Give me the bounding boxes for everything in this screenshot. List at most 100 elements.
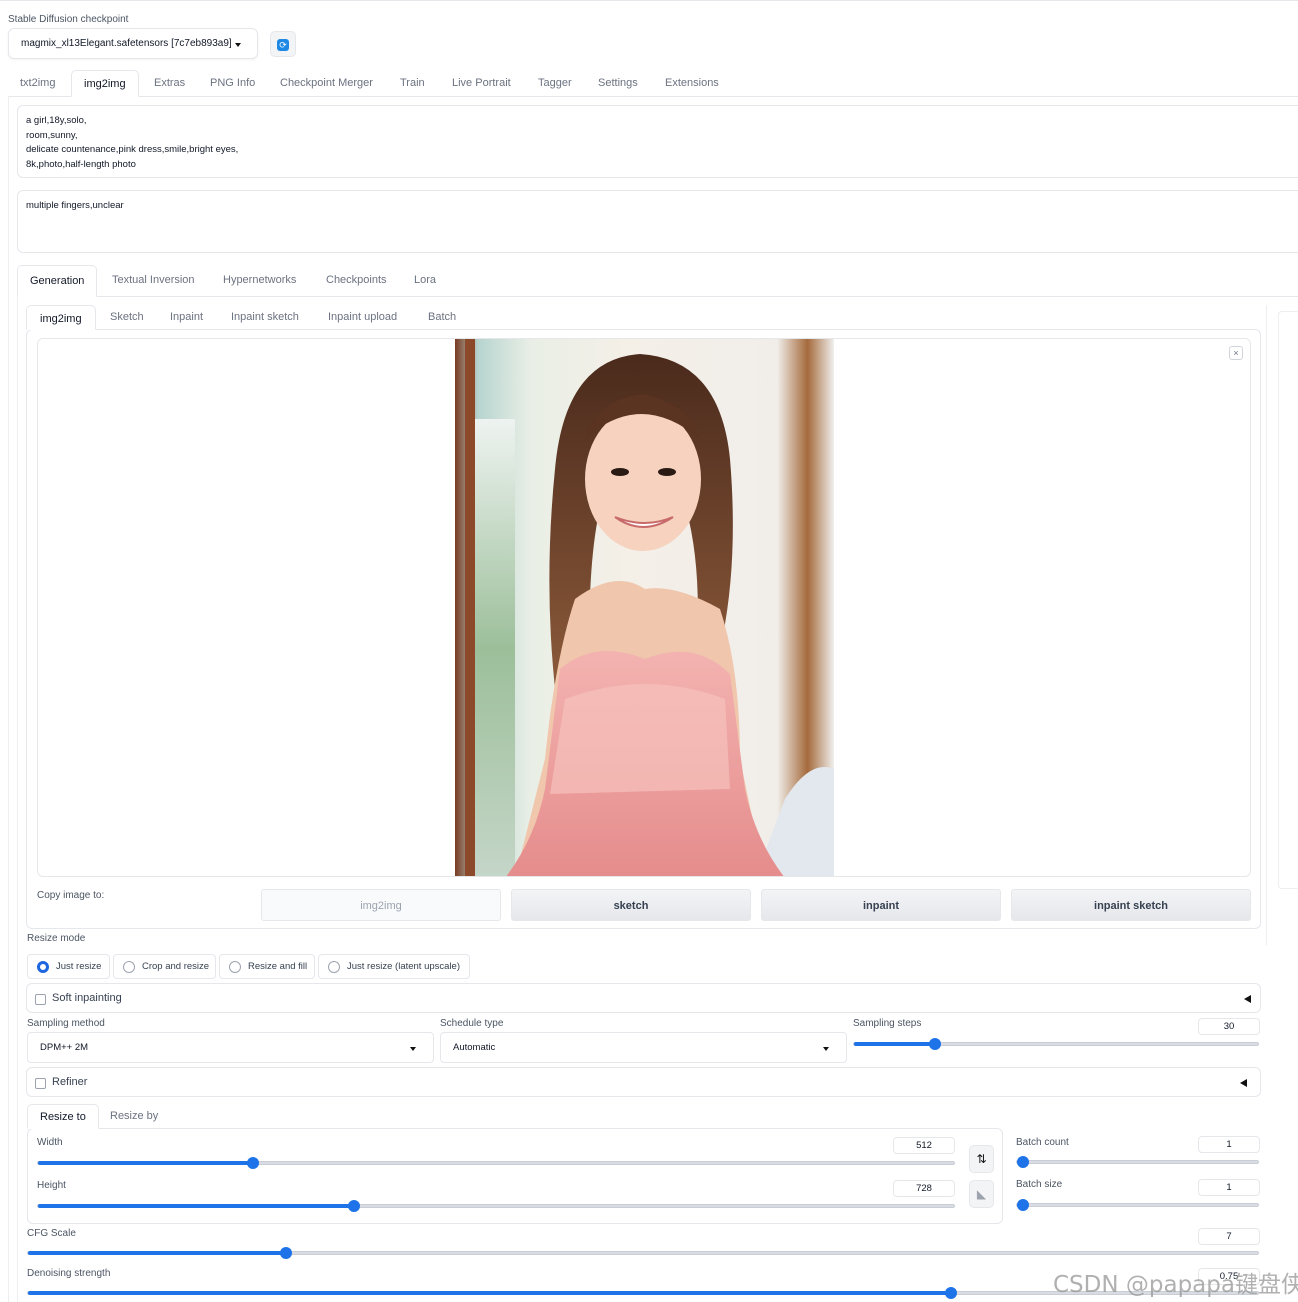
slider-handle[interactable] <box>280 1247 293 1259</box>
cfg-scale-label: CFG Scale <box>27 1228 76 1239</box>
tab-textual-inversion[interactable]: Textual Inversion <box>112 274 195 286</box>
tab-mode-batch[interactable]: Batch <box>428 311 456 323</box>
cfg-scale-slider[interactable] <box>27 1247 1259 1259</box>
tab-mode-inpaint[interactable]: Inpaint <box>170 311 203 323</box>
tab-mode-sketch[interactable]: Sketch <box>110 311 144 323</box>
slider-fill <box>38 1161 254 1165</box>
tab-mode-inpaint-upload[interactable]: Inpaint upload <box>328 311 397 323</box>
height-slider[interactable] <box>37 1200 955 1212</box>
top-divider <box>0 0 1298 1</box>
tab-img2img[interactable]: img2img <box>71 70 139 97</box>
sampling-method-label: Sampling method <box>27 1018 105 1029</box>
generation-left-border <box>17 296 18 1302</box>
soft-inpainting-checkbox[interactable] <box>35 994 46 1005</box>
copy-to-inpaint-sketch-button[interactable]: inpaint sketch <box>1011 889 1251 921</box>
soft-inpainting-accordion[interactable]: Soft inpainting <box>26 983 1261 1013</box>
tab-mode-img2img[interactable]: img2img <box>26 305 96 330</box>
collapse-arrow-icon <box>1244 995 1251 1003</box>
copy-to-sketch-button[interactable]: sketch <box>511 889 751 921</box>
slider-handle[interactable] <box>1017 1199 1029 1211</box>
tab-extras[interactable]: Extras <box>154 77 185 89</box>
tab-tagger[interactable]: Tagger <box>538 77 572 89</box>
aspect-ratio-button[interactable]: ◣ <box>969 1180 994 1208</box>
batch-size-input[interactable]: 1 <box>1198 1179 1260 1196</box>
batch-count-label: Batch count <box>1016 1137 1069 1148</box>
schedule-type-value: Automatic <box>453 1042 496 1053</box>
copy-to-inpaint-button[interactable]: inpaint <box>761 889 1001 921</box>
width-slider[interactable] <box>37 1157 955 1169</box>
refiner-label: Refiner <box>52 1076 88 1088</box>
content-left-border <box>8 96 9 1302</box>
radio-icon <box>328 961 340 973</box>
main-tabs-divider <box>8 96 1298 97</box>
slider-handle[interactable] <box>348 1200 361 1212</box>
refiner-accordion[interactable]: Refiner <box>26 1067 1261 1097</box>
refresh-icon: ⟳ <box>277 39 289 51</box>
batch-count-input[interactable]: 1 <box>1198 1136 1260 1153</box>
sampling-steps-input[interactable]: 30 <box>1198 1018 1260 1035</box>
resize-mode-just-resize[interactable]: Just resize <box>27 954 110 979</box>
copy-image-label: Copy image to: <box>37 890 105 901</box>
output-panel-edge <box>1266 305 1298 945</box>
sampling-steps-slider[interactable] <box>853 1038 1259 1050</box>
slider-fill <box>28 1251 287 1255</box>
tab-train[interactable]: Train <box>400 77 425 89</box>
negative-prompt-text: multiple fingers,unclear <box>26 200 124 211</box>
slider-handle[interactable] <box>944 1287 957 1299</box>
height-label: Height <box>37 1180 66 1191</box>
height-input[interactable]: 728 <box>893 1180 955 1197</box>
tab-extensions[interactable]: Extensions <box>665 77 719 89</box>
copy-to-img2img-button[interactable]: img2img <box>261 889 501 921</box>
tab-resize-to[interactable]: Resize to <box>27 1104 99 1129</box>
radio-selected-icon <box>37 961 49 973</box>
resize-mode-resize-and-fill[interactable]: Resize and fill <box>219 954 315 979</box>
batch-size-slider[interactable] <box>1016 1199 1259 1211</box>
slider-handle[interactable] <box>1017 1156 1029 1168</box>
chevron-down-icon <box>823 1047 829 1051</box>
batch-size-label: Batch size <box>1016 1179 1063 1190</box>
slider-fill <box>28 1291 951 1295</box>
tab-mode-inpaint-sketch[interactable]: Inpaint sketch <box>231 311 299 323</box>
tab-checkpoints[interactable]: Checkpoints <box>326 274 387 286</box>
resize-mode-latent-upscale[interactable]: Just resize (latent upscale) <box>318 954 470 979</box>
tab-txt2img[interactable]: txt2img <box>20 77 55 89</box>
resize-mode-label: Resize mode <box>27 933 86 944</box>
resize-mode-crop-and-resize[interactable]: Crop and resize <box>113 954 216 979</box>
schedule-type-label: Schedule type <box>440 1018 504 1029</box>
tab-settings[interactable]: Settings <box>598 77 638 89</box>
sampling-method-dropdown[interactable]: DPM++ 2M <box>27 1032 434 1063</box>
positive-prompt-input[interactable]: a girl,18y,solo, room,sunny, delicate co… <box>17 105 1298 178</box>
radio-icon <box>123 961 135 973</box>
resize-option-label: Just resize (latent upscale) <box>347 961 460 972</box>
tab-hypernetworks[interactable]: Hypernetworks <box>223 274 296 286</box>
schedule-type-dropdown[interactable]: Automatic <box>440 1032 847 1063</box>
width-label: Width <box>37 1137 63 1148</box>
slider-fill <box>38 1204 355 1208</box>
refresh-checkpoint-button[interactable]: ⟳ <box>270 31 296 57</box>
resize-option-label: Crop and resize <box>142 961 210 972</box>
checkpoint-dropdown[interactable]: magmix_xl13Elegant.safetensors [7c7eb893… <box>8 28 258 59</box>
ratio-icon: ◣ <box>976 1187 987 1201</box>
image-upload-area[interactable]: × <box>37 338 1251 877</box>
tab-live-portrait[interactable]: Live Portrait <box>452 77 511 89</box>
tab-resize-by[interactable]: Resize by <box>110 1110 158 1122</box>
tab-lora[interactable]: Lora <box>414 274 436 286</box>
cfg-scale-input[interactable]: 7 <box>1198 1228 1260 1245</box>
tab-checkpoint-merger[interactable]: Checkpoint Merger <box>280 77 373 89</box>
positive-prompt-text: a girl,18y,solo, room,sunny, delicate co… <box>26 115 239 171</box>
close-icon[interactable]: × <box>1229 346 1243 360</box>
sampling-method-value: DPM++ 2M <box>40 1042 89 1053</box>
chevron-down-icon <box>410 1047 416 1051</box>
resize-option-label: Just resize <box>56 961 102 972</box>
tab-png-info[interactable]: PNG Info <box>210 77 255 89</box>
slider-handle[interactable] <box>928 1038 941 1050</box>
soft-inpainting-label: Soft inpainting <box>52 992 122 1004</box>
negative-prompt-input[interactable]: multiple fingers,unclear <box>17 190 1298 253</box>
checkpoint-value: magmix_xl13Elegant.safetensors [7c7eb893… <box>21 38 232 49</box>
tab-generation[interactable]: Generation <box>17 265 98 297</box>
batch-count-slider[interactable] <box>1016 1156 1259 1168</box>
swap-dimensions-button[interactable]: ⇅ <box>969 1145 994 1173</box>
width-input[interactable]: 512 <box>893 1137 955 1154</box>
refiner-checkbox[interactable] <box>35 1078 46 1089</box>
resize-panel <box>27 1128 1003 1224</box>
